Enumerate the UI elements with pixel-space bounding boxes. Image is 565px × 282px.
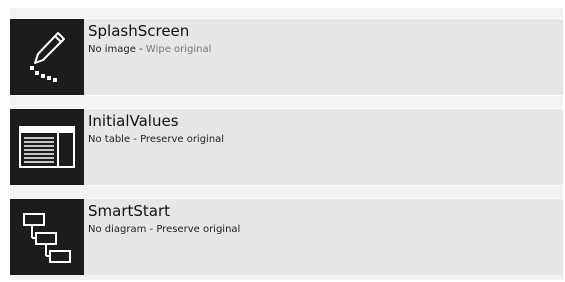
item-action[interactable]: Preserve original (140, 134, 224, 145)
list-item-smartstart[interactable]: SmartStart No diagram - Preserve origina… (10, 199, 563, 275)
row-gap-strip (10, 96, 563, 108)
item-status: No table (88, 134, 131, 145)
item-subtitle: No image - Wipe original (88, 44, 211, 55)
item-title: SplashScreen (88, 22, 190, 40)
top-strip (10, 8, 563, 18)
tile-initialvalues (10, 109, 84, 185)
row-gap-strip (10, 186, 563, 198)
item-status: No image (88, 44, 136, 55)
item-separator: - (135, 44, 146, 55)
list-item-splashscreen[interactable]: SplashScreen No image - Wipe original (10, 19, 563, 95)
item-separator: - (130, 134, 141, 145)
diagram-icon (23, 213, 71, 263)
item-title: InitialValues (88, 112, 179, 130)
tile-smartstart (10, 199, 84, 275)
item-status: No diagram (88, 224, 147, 235)
pencil-icon (30, 32, 65, 82)
item-title: SmartStart (88, 202, 171, 220)
item-action[interactable]: Preserve original (156, 224, 240, 235)
item-subtitle: No table - Preserve original (88, 134, 224, 145)
item-subtitle: No diagram - Preserve original (88, 224, 240, 235)
item-action[interactable]: Wipe original (146, 44, 212, 55)
table-icon (19, 126, 75, 168)
tile-splashscreen (10, 19, 84, 95)
item-separator: - (146, 224, 157, 235)
list-item-initialvalues[interactable]: InitialValues No table - Preserve origin… (10, 109, 563, 185)
